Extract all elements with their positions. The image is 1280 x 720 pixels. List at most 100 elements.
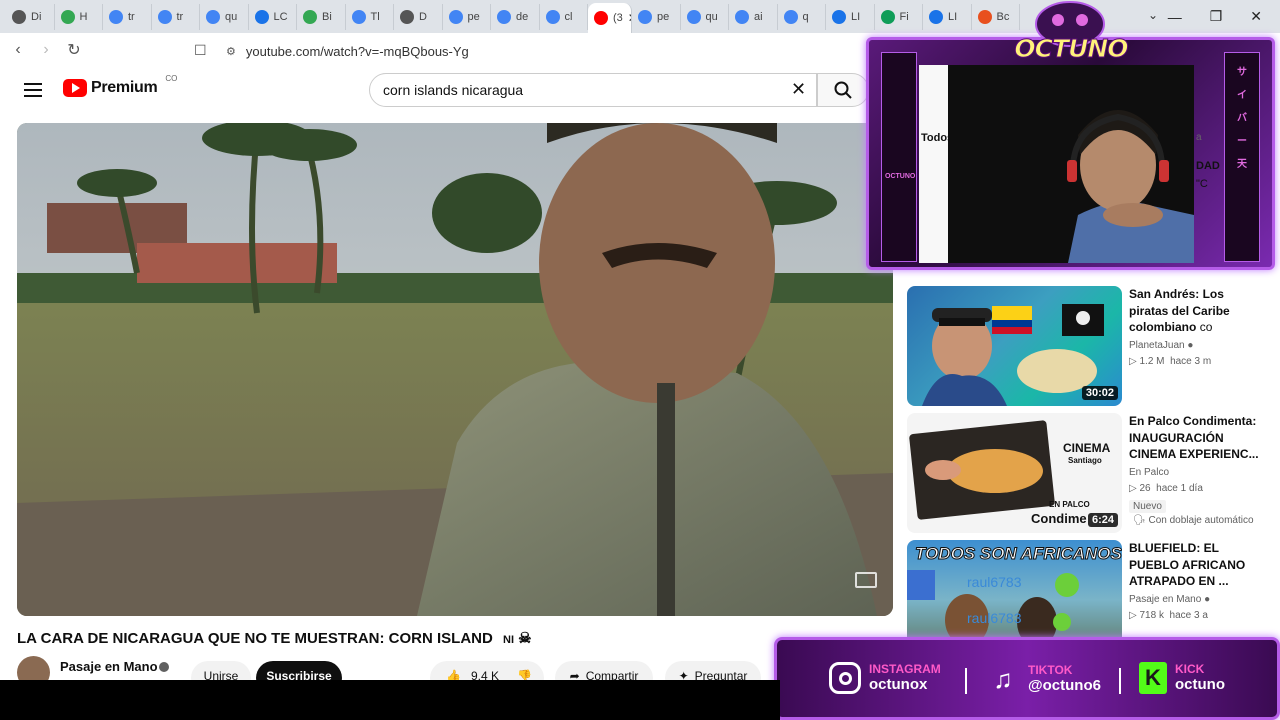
browser-tab[interactable]: H <box>55 3 103 30</box>
recommendation-title[interactable]: San Andrés: Los piratas del Caribe colom… <box>1129 286 1259 336</box>
upload-age: hace 3 a <box>1169 610 1208 621</box>
tab-label: ai <box>754 10 763 23</box>
chat-text: raul6783 <box>967 610 1022 626</box>
browser-tab[interactable]: qu <box>200 3 249 30</box>
k-icon <box>977 9 992 24</box>
tab-label: H <box>79 10 88 23</box>
recommendation-title-text: San Andrés: Los piratas del Caribe colom… <box>1129 287 1230 334</box>
recommendation-item[interactable]: CINEMA Santiago EN PALCO Condime 6:24 En… <box>907 413 1267 533</box>
browser-tab[interactable]: tr <box>103 3 152 30</box>
browser-tab[interactable]: Fi <box>875 3 923 30</box>
verified-icon <box>159 662 169 672</box>
browser-tab[interactable]: tr <box>152 3 200 30</box>
views-icon: ▷ <box>1129 483 1137 494</box>
browser-tab[interactable]: Tl <box>346 3 394 30</box>
browser-tab[interactable]: D <box>394 3 443 30</box>
menu-icon[interactable] <box>24 83 42 97</box>
social-overlay: INSTAGRAM octunox ♫ TIKTOK @octuno6 K KICK… <box>774 637 1280 720</box>
views-icon: ▷ <box>1129 610 1137 621</box>
channel-name[interactable]: Pasaje en Mano <box>60 659 158 674</box>
minimize-button[interactable]: — <box>1168 9 1182 25</box>
google-icon <box>206 9 220 24</box>
social-tiktok: ♫ TIKTOK @octuno6 <box>986 662 1101 696</box>
video-thumbnail[interactable]: 30:02 <box>907 286 1122 406</box>
bookmark-icon[interactable]: ☐ <box>194 42 207 59</box>
thumb-text: CINEMA <box>1063 441 1111 455</box>
thumb-text: TODOS SON AFRICANOS! <box>915 544 1122 564</box>
drive-icon <box>880 9 895 24</box>
video-frame <box>17 123 893 616</box>
separator <box>965 668 967 694</box>
overlay-glyph: イ <box>1237 90 1247 101</box>
recommendation-channel[interactable]: En Palco <box>1129 467 1169 478</box>
peek-text: a <box>1196 132 1202 143</box>
tab-label: pe <box>657 10 670 23</box>
recommendation-item[interactable]: 30:02 San Andrés: Los piratas del Caribe… <box>907 286 1267 406</box>
video-player[interactable] <box>17 123 893 616</box>
recommendation-channel[interactable]: PlanetaJuan ● <box>1129 340 1193 351</box>
maximize-button[interactable]: ❐ <box>1210 8 1223 25</box>
clear-search-icon[interactable]: ✕ <box>791 79 806 100</box>
social-network: TIKTOK <box>1028 663 1073 677</box>
recommendation-title[interactable]: BLUEFIELD: EL PUEBLO AFRICANO ATRAPADO E… <box>1129 540 1259 590</box>
tab-label: tr <box>176 10 184 23</box>
video-thumbnail[interactable]: CINEMA Santiago EN PALCO Condime 6:24 <box>907 413 1122 533</box>
youtube-logo[interactable]: Premium CO <box>63 74 177 97</box>
social-handle: octunox <box>869 676 928 693</box>
browser-tab[interactable]: LI <box>826 3 875 30</box>
maps-icon <box>303 9 317 24</box>
google-icon <box>157 9 172 24</box>
upload-age: hace 1 día <box>1156 483 1203 494</box>
video-title-tag: NI <box>503 634 514 646</box>
browser-tab[interactable]: LI <box>923 3 972 30</box>
tab-label: Di <box>31 10 42 23</box>
browser-tab[interactable]: cl <box>540 3 588 30</box>
browser-tab[interactable]: Bi <box>297 3 346 30</box>
overlay-glyph: サ <box>1237 67 1247 78</box>
kick-icon: K <box>1139 662 1167 694</box>
translate-icon <box>929 9 943 24</box>
browser-tab[interactable]: q <box>778 3 826 30</box>
url-field[interactable]: ⚙ youtube.com/watch?v=-mqBQbous-Yg <box>226 40 469 62</box>
url-text: youtube.com/watch?v=-mqBQbous-Yg <box>245 43 469 59</box>
google-icon <box>783 9 798 24</box>
browser-tab[interactable]: qu <box>681 3 729 30</box>
recommendation-title[interactable]: En Palco Condimenta: INAUGURACIÓN CINEMA… <box>1129 413 1259 463</box>
recommendation-channel[interactable]: Pasaje en Mano ● <box>1129 594 1210 605</box>
browser-tab[interactable]: (3✕ <box>588 3 632 33</box>
forward-button[interactable]: › <box>34 38 58 62</box>
auto-dub-label: 🗣 Con doblaje automático <box>1133 515 1254 526</box>
browser-tab[interactable]: LC <box>249 3 297 30</box>
browser-tab[interactable]: de <box>491 3 540 30</box>
close-window-button[interactable]: ✕ <box>1250 8 1262 25</box>
overlay-left-panel: OCTUNO <box>881 52 917 262</box>
social-kick: K KICK octuno <box>1139 662 1225 694</box>
browser-tab[interactable]: ai <box>729 3 778 30</box>
channel-label: PlanetaJuan <box>1129 340 1185 351</box>
browser-tab[interactable]: Di <box>6 3 55 30</box>
video-title-text: LA CARA DE NICARAGUA QUE NO TE MUESTRAN:… <box>17 630 493 647</box>
separator <box>1119 668 1121 694</box>
tab-label: LI <box>948 10 958 23</box>
reload-button[interactable]: ↻ <box>62 38 86 62</box>
google-icon <box>497 9 511 24</box>
translate-icon <box>832 9 846 24</box>
site-info-icon[interactable]: ⚙ <box>226 45 236 58</box>
overlay-right-panel: サイバー天 <box>1224 52 1260 262</box>
overlay-glyph: 天 <box>1237 159 1247 170</box>
tab-search-chevron-icon[interactable]: ⌄ <box>1148 8 1158 22</box>
search-input[interactable]: corn islands nicaragua <box>369 73 817 107</box>
search-button[interactable] <box>817 73 869 107</box>
google-icon <box>351 9 366 24</box>
back-button[interactable]: ‹ <box>6 38 30 62</box>
tab-label: Bi <box>322 10 332 23</box>
tab-label: de <box>516 10 529 23</box>
search-query: corn islands nicaragua <box>383 82 524 98</box>
thumb-text: EN PALCO <box>1049 500 1090 509</box>
browser-tab[interactable]: pe <box>632 3 681 30</box>
thumb-text: Santiago <box>1068 456 1102 465</box>
tab-label: cl <box>564 10 573 23</box>
browser-tab[interactable]: pe <box>443 3 491 30</box>
peek-text: "C <box>1196 178 1208 190</box>
google-icon <box>638 9 652 24</box>
